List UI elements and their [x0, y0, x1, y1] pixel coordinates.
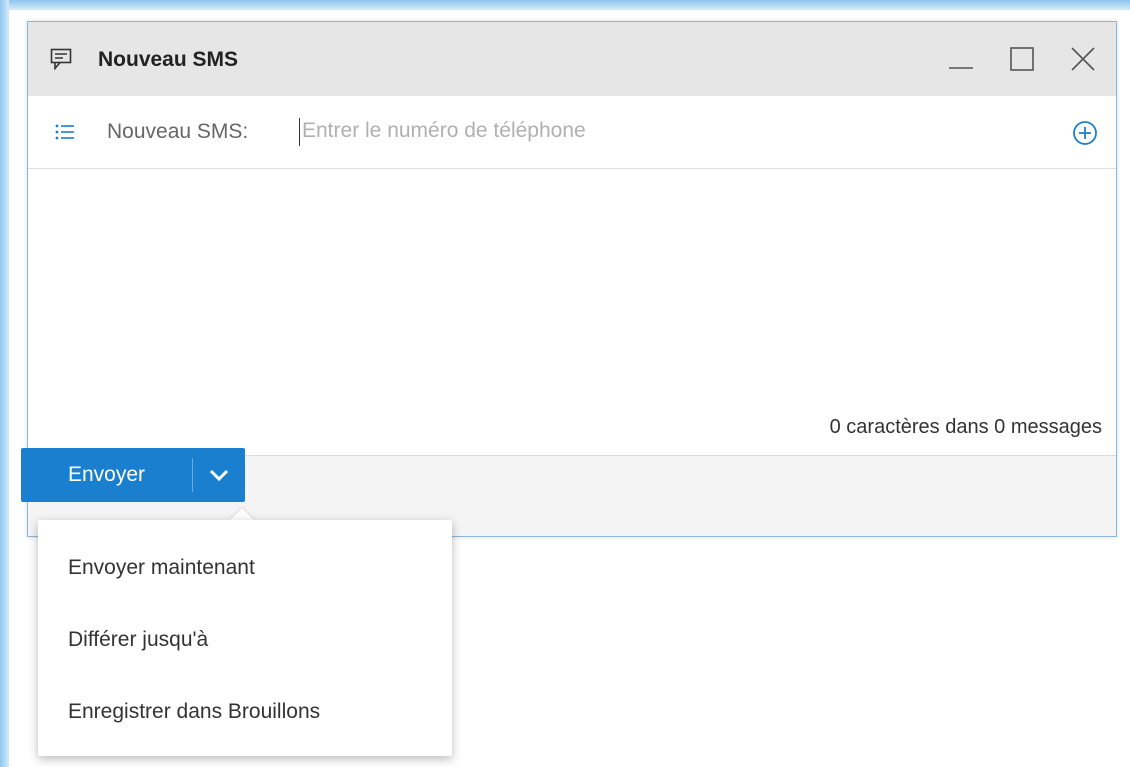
screen-background: Nouveau SMS Nouveau SMS: Entrer le numér…: [0, 0, 1130, 767]
close-icon: [1071, 47, 1095, 71]
menu-item-label: Envoyer maintenant: [68, 556, 255, 579]
character-count: 0 caractères dans 0 messages: [829, 416, 1102, 438]
sms-icon: [50, 48, 72, 70]
send-options-menu: Envoyer maintenant Différer jusqu'à Enre…: [38, 520, 452, 756]
text-cursor: [299, 118, 300, 146]
background-frame-top: [0, 0, 1130, 10]
message-body-area[interactable]: 0 caractères dans 0 messages: [28, 169, 1116, 455]
add-circle-icon[interactable]: [1072, 120, 1098, 146]
window-titlebar[interactable]: Nouveau SMS: [28, 22, 1116, 96]
list-icon[interactable]: [55, 124, 75, 140]
menu-item-send-now[interactable]: Envoyer maintenant: [38, 532, 452, 602]
recipient-row: Nouveau SMS:: [28, 96, 1116, 169]
phone-number-input[interactable]: [302, 114, 1002, 148]
menu-item-label: Enregistrer dans Brouillons: [68, 700, 321, 723]
menu-item-save-draft[interactable]: Enregistrer dans Brouillons: [38, 676, 452, 746]
minimize-icon: [949, 67, 973, 69]
menu-item-schedule[interactable]: Différer jusqu'à: [38, 604, 452, 674]
menu-item-label: Différer jusqu'à: [68, 628, 209, 651]
send-button-group: Envoyer: [21, 448, 245, 502]
maximize-icon: [1010, 47, 1034, 71]
recipient-label: Nouveau SMS:: [107, 120, 249, 143]
maximize-button[interactable]: [1007, 44, 1037, 74]
chevron-down-icon: [209, 469, 229, 482]
close-button[interactable]: [1068, 44, 1098, 74]
background-frame-left: [0, 0, 9, 767]
window-title: Nouveau SMS: [98, 48, 239, 71]
send-button[interactable]: Envoyer: [21, 448, 192, 502]
send-options-toggle[interactable]: [193, 448, 245, 502]
minimize-button[interactable]: [946, 44, 976, 74]
